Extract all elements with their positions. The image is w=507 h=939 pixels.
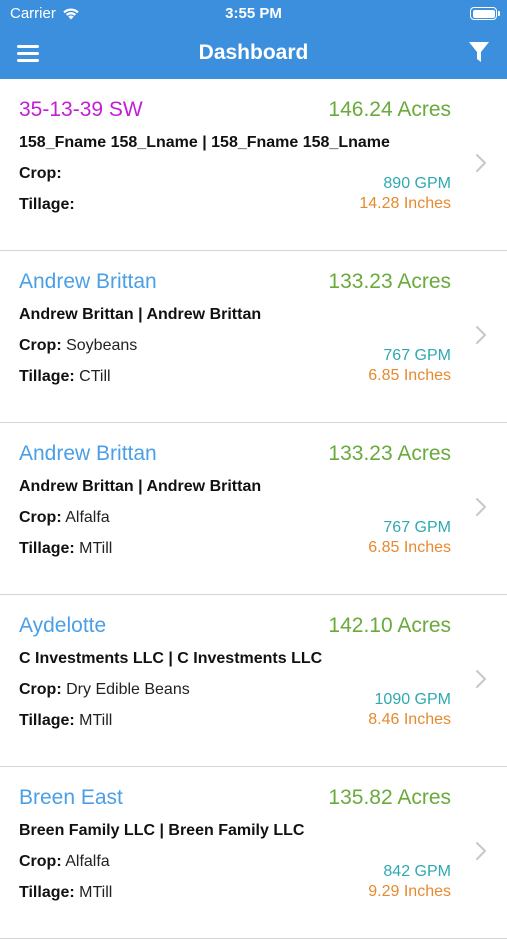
chevron-right-icon <box>476 154 486 172</box>
tillage-value: CTill <box>79 368 111 385</box>
field-acres: 135.82 Acres <box>328 786 451 809</box>
field-owners: Andrew Brittan | Andrew Brittan <box>19 478 262 495</box>
field-row[interactable]: Breen East 135.82 Acres Breen Family LLC… <box>0 767 507 939</box>
field-gpm: 890 GPM <box>383 175 451 192</box>
field-list: 35-13-39 SW 146.24 Acres 158_Fname 158_L… <box>0 79 507 939</box>
field-owners: C Investments LLC | C Investments LLC <box>19 650 323 667</box>
crop-label: Crop: <box>19 509 62 526</box>
chevron-right-icon <box>476 670 486 688</box>
field-inches: 6.85 Inches <box>368 367 451 384</box>
tillage-label: Tillage: <box>19 368 75 385</box>
navigation-bar: Dashboard <box>0 28 507 79</box>
field-crop: Crop: <box>19 165 62 183</box>
tillage-label: Tillage: <box>19 196 75 213</box>
field-acres: 142.10 Acres <box>328 614 451 637</box>
field-row[interactable]: Aydelotte 142.10 Acres C Investments LLC… <box>0 595 507 767</box>
field-row[interactable]: Andrew Brittan 133.23 Acres Andrew Britt… <box>0 423 507 595</box>
filter-funnel-icon[interactable] <box>467 39 491 65</box>
field-row[interactable]: Andrew Brittan 133.23 Acres Andrew Britt… <box>0 251 507 423</box>
field-crop: Crop: Alfalfa <box>19 509 110 527</box>
field-acres: 133.23 Acres <box>328 442 451 465</box>
status-time: 3:55 PM <box>225 5 282 22</box>
field-inches: 9.29 Inches <box>368 883 451 900</box>
crop-label: Crop: <box>19 337 62 354</box>
field-owners: Andrew Brittan | Andrew Brittan <box>19 306 262 323</box>
tillage-value: MTill <box>79 712 113 729</box>
crop-label: Crop: <box>19 165 62 182</box>
field-gpm: 842 GPM <box>383 863 451 880</box>
crop-value: Soybeans <box>66 337 138 354</box>
field-tillage: Tillage: CTill <box>19 368 111 386</box>
crop-value: Alfalfa <box>65 853 110 870</box>
field-inches: 14.28 Inches <box>359 195 451 212</box>
field-crop: Crop: Alfalfa <box>19 853 110 871</box>
field-acres: 146.24 Acres <box>328 98 451 121</box>
field-gpm: 767 GPM <box>383 347 451 364</box>
field-name: 35-13-39 SW <box>19 98 143 121</box>
tillage-label: Tillage: <box>19 884 75 901</box>
field-inches: 8.46 Inches <box>368 711 451 728</box>
tillage-value: MTill <box>79 540 113 557</box>
field-crop: Crop: Soybeans <box>19 337 137 355</box>
field-owners: Breen Family LLC | Breen Family LLC <box>19 822 305 839</box>
field-tillage: Tillage: MTill <box>19 712 112 730</box>
field-name: Andrew Brittan <box>19 270 157 293</box>
battery-icon <box>470 7 500 20</box>
field-gpm: 1090 GPM <box>374 691 451 708</box>
tillage-value: MTill <box>79 884 113 901</box>
field-name: Aydelotte <box>19 614 107 637</box>
field-inches: 6.85 Inches <box>368 539 451 556</box>
field-acres: 133.23 Acres <box>328 270 451 293</box>
crop-label: Crop: <box>19 681 62 698</box>
chevron-right-icon <box>476 842 486 860</box>
tillage-label: Tillage: <box>19 540 75 557</box>
field-tillage: Tillage: MTill <box>19 884 112 902</box>
status-bar: Carrier 3:55 PM <box>0 0 507 28</box>
field-owners: 158_Fname 158_Lname | 158_Fname 158_Lnam… <box>19 134 390 151</box>
field-tillage: Tillage: MTill <box>19 540 112 558</box>
field-gpm: 767 GPM <box>383 519 451 536</box>
page-title: Dashboard <box>198 41 309 64</box>
crop-label: Crop: <box>19 853 62 870</box>
field-row[interactable]: 35-13-39 SW 146.24 Acres 158_Fname 158_L… <box>0 79 507 251</box>
crop-value: Alfalfa <box>65 509 110 526</box>
chevron-right-icon <box>476 326 486 344</box>
tillage-label: Tillage: <box>19 712 75 729</box>
crop-value: Dry Edible Beans <box>66 681 190 698</box>
app-header: Carrier 3:55 PM Dashboard <box>0 0 507 79</box>
field-name: Andrew Brittan <box>19 442 157 465</box>
field-tillage: Tillage: <box>19 196 75 214</box>
chevron-right-icon <box>476 498 486 516</box>
field-crop: Crop: Dry Edible Beans <box>19 681 190 699</box>
field-name: Breen East <box>19 786 123 809</box>
